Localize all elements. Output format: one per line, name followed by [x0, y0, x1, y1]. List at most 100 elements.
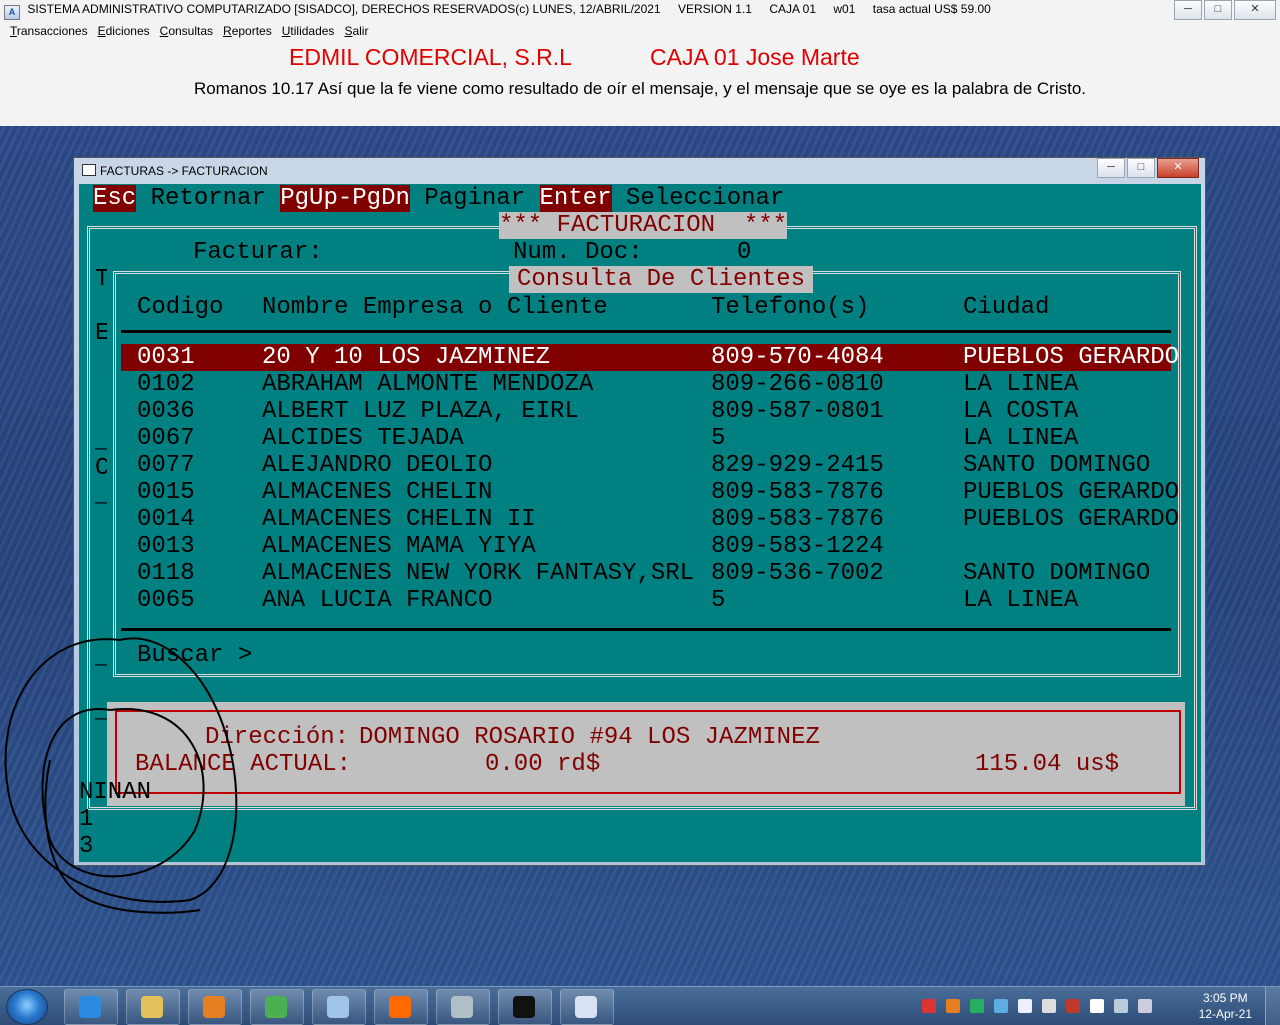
table-cell-phone[interactable]: 809-570-4084 [711, 344, 884, 371]
table-cell-name[interactable]: ANA LUCIA FRANCO [262, 587, 492, 614]
column-ciudad: Ciudad [963, 294, 1050, 321]
dropbox-icon[interactable] [1018, 999, 1032, 1013]
taskbar-file-explorer[interactable] [126, 989, 180, 1025]
table-cell-city[interactable]: LA LINEA [963, 371, 1078, 398]
start-button[interactable] [6, 989, 48, 1025]
menu-ediciones[interactable]: Ediciones [98, 24, 150, 38]
minimize-button[interactable]: ─ [1174, 0, 1202, 20]
key-enter[interactable]: Enter [539, 185, 612, 212]
taskbar-paint[interactable] [312, 989, 366, 1025]
table-cell-phone[interactable]: 809-536-7002 [711, 560, 884, 587]
clock-time: 3:05 PM [1202, 991, 1248, 1005]
app-title-bar: A SISTEMA ADMINISTRATIVO COMPUTARIZADO [… [4, 2, 1005, 20]
tray-icon[interactable] [946, 999, 960, 1013]
key-esc-label: Retornar [136, 185, 281, 212]
balance-us: 115.04 us$ [975, 751, 1120, 778]
title-workstation: w01 [833, 2, 856, 16]
menu-reportes[interactable]: Reportes [223, 24, 272, 38]
table-cell-name[interactable]: ALEJANDRO DEOLIO [262, 452, 492, 479]
network-icon[interactable] [1114, 999, 1128, 1013]
key-esc[interactable]: Esc [93, 185, 137, 212]
table-cell-code[interactable]: 0014 [137, 506, 195, 533]
window-close-button[interactable]: ✕ [1157, 158, 1199, 178]
taskbar-command-prompt[interactable] [498, 989, 552, 1025]
maximize-button[interactable]: □ [1204, 0, 1232, 20]
table-cell-city[interactable]: LA LINEA [963, 587, 1078, 614]
chrome-icon [265, 996, 287, 1018]
tray-icon[interactable] [994, 999, 1008, 1013]
cloud-icon[interactable] [1042, 999, 1056, 1013]
table-cell-code[interactable]: 0118 [137, 560, 195, 587]
system-tray: 3:05 PM 12-Apr-21 [920, 987, 1280, 1025]
show-desktop-button[interactable] [1265, 987, 1280, 1025]
clientes-dialog-title: Consulta De Clientes [509, 266, 814, 293]
clock[interactable]: 3:05 PM 12-Apr-21 [1199, 990, 1252, 1022]
table-cell-name[interactable]: ALMACENES CHELIN II [262, 506, 536, 533]
column-nombre: Nombre Empresa o Cliente [262, 294, 608, 321]
table-cell-name[interactable]: 20 Y 10 LOS JAZMINEZ [262, 344, 550, 371]
close-button[interactable]: ✕ [1234, 0, 1276, 20]
table-cell-name[interactable]: ALMACENES CHELIN [262, 479, 492, 506]
table-cell-name[interactable]: ALBERT LUZ PLAZA, EIRL [262, 398, 579, 425]
menu-utilidades[interactable]: Utilidades [282, 24, 335, 38]
app-icon: A [4, 5, 20, 20]
window-maximize-button[interactable]: □ [1127, 158, 1155, 178]
table-cell-name[interactable]: ALCIDES TEJADA [262, 425, 464, 452]
window-title-text: FACTURAS -> FACTURACION [100, 164, 268, 178]
taskbar-chrome[interactable] [250, 989, 304, 1025]
table-cell-city[interactable]: LA COSTA [963, 398, 1078, 425]
table-cell-city[interactable]: PUEBLOS GERARDO [963, 506, 1179, 533]
table-cell-code[interactable]: 0102 [137, 371, 195, 398]
taskbar-firefox[interactable] [374, 989, 428, 1025]
table-cell-code[interactable]: 0015 [137, 479, 195, 506]
taskbar-media-player[interactable] [188, 989, 242, 1025]
table-cell-phone[interactable]: 5 [711, 425, 725, 452]
table-cell-code[interactable]: 0013 [137, 533, 195, 560]
table-cell-code[interactable]: 0067 [137, 425, 195, 452]
tray-icon[interactable] [970, 999, 984, 1013]
table-cell-city[interactable]: SANTO DOMINGO [963, 452, 1150, 479]
table-cell-city[interactable]: LA LINEA [963, 425, 1078, 452]
taskbar-sisadco[interactable] [560, 989, 614, 1025]
media-player-icon [203, 996, 225, 1018]
table-cell-city[interactable]: SANTO DOMINGO [963, 560, 1150, 587]
table-cell-code[interactable]: 0077 [137, 452, 195, 479]
table-cell-phone[interactable]: 809-587-0801 [711, 398, 884, 425]
menu-bar: Transacciones Ediciones Consultas Report… [10, 24, 378, 38]
title-rate: tasa actual US$ 59.00 [872, 2, 991, 16]
table-cell-name[interactable]: ALMACENES NEW YORK FANTASY,SRL [262, 560, 694, 587]
table-cell-phone[interactable]: 829-929-2415 [711, 452, 884, 479]
title-version: VERSION 1.1 [677, 2, 752, 16]
table-cell-phone[interactable]: 809-266-0810 [711, 371, 884, 398]
taskbar-internet-explorer[interactable] [64, 989, 118, 1025]
table-cell-code[interactable]: 0031 [137, 344, 195, 371]
table-cell-phone[interactable]: 809-583-1224 [711, 533, 884, 560]
table-cell-name[interactable]: ABRAHAM ALMONTE MENDOZA [262, 371, 593, 398]
key-enter-label: Seleccionar [611, 185, 785, 212]
caja-user: CAJA 01 Jose Marte [650, 44, 860, 70]
footer-rule [121, 628, 1171, 631]
menu-salir[interactable]: Salir [344, 24, 368, 38]
menu-consultas[interactable]: Consultas [160, 24, 213, 38]
window-minimize-button[interactable]: ─ [1097, 158, 1125, 178]
table-cell-phone[interactable]: 809-583-7876 [711, 479, 884, 506]
internet-explorer-icon [79, 996, 101, 1018]
key-pgup-pgdn[interactable]: PgUp-PgDn [280, 185, 410, 212]
menu-transacciones[interactable]: Transacciones [10, 24, 88, 38]
shield-icon[interactable] [1066, 999, 1080, 1013]
tray-icon[interactable] [922, 999, 936, 1013]
table-cell-phone[interactable]: 5 [711, 587, 725, 614]
window-controls: ─ □ ✕ [1095, 158, 1199, 178]
command-prompt-icon [513, 996, 535, 1018]
flag-icon[interactable] [1090, 999, 1104, 1013]
table-cell-code[interactable]: 0036 [137, 398, 195, 425]
table-cell-city[interactable]: PUEBLOS GERARDO [963, 344, 1179, 371]
table-cell-city[interactable]: PUEBLOS GERARDO [963, 479, 1179, 506]
table-cell-name[interactable]: ALMACENES MAMA YIYA [262, 533, 536, 560]
volume-icon[interactable] [1138, 999, 1152, 1013]
table-cell-phone[interactable]: 809-583-7876 [711, 506, 884, 533]
console-icon [82, 164, 96, 176]
table-cell-code[interactable]: 0065 [137, 587, 195, 614]
address-value: DOMINGO ROSARIO #94 LOS JAZMINEZ [359, 724, 820, 751]
taskbar-calculator[interactable] [436, 989, 490, 1025]
